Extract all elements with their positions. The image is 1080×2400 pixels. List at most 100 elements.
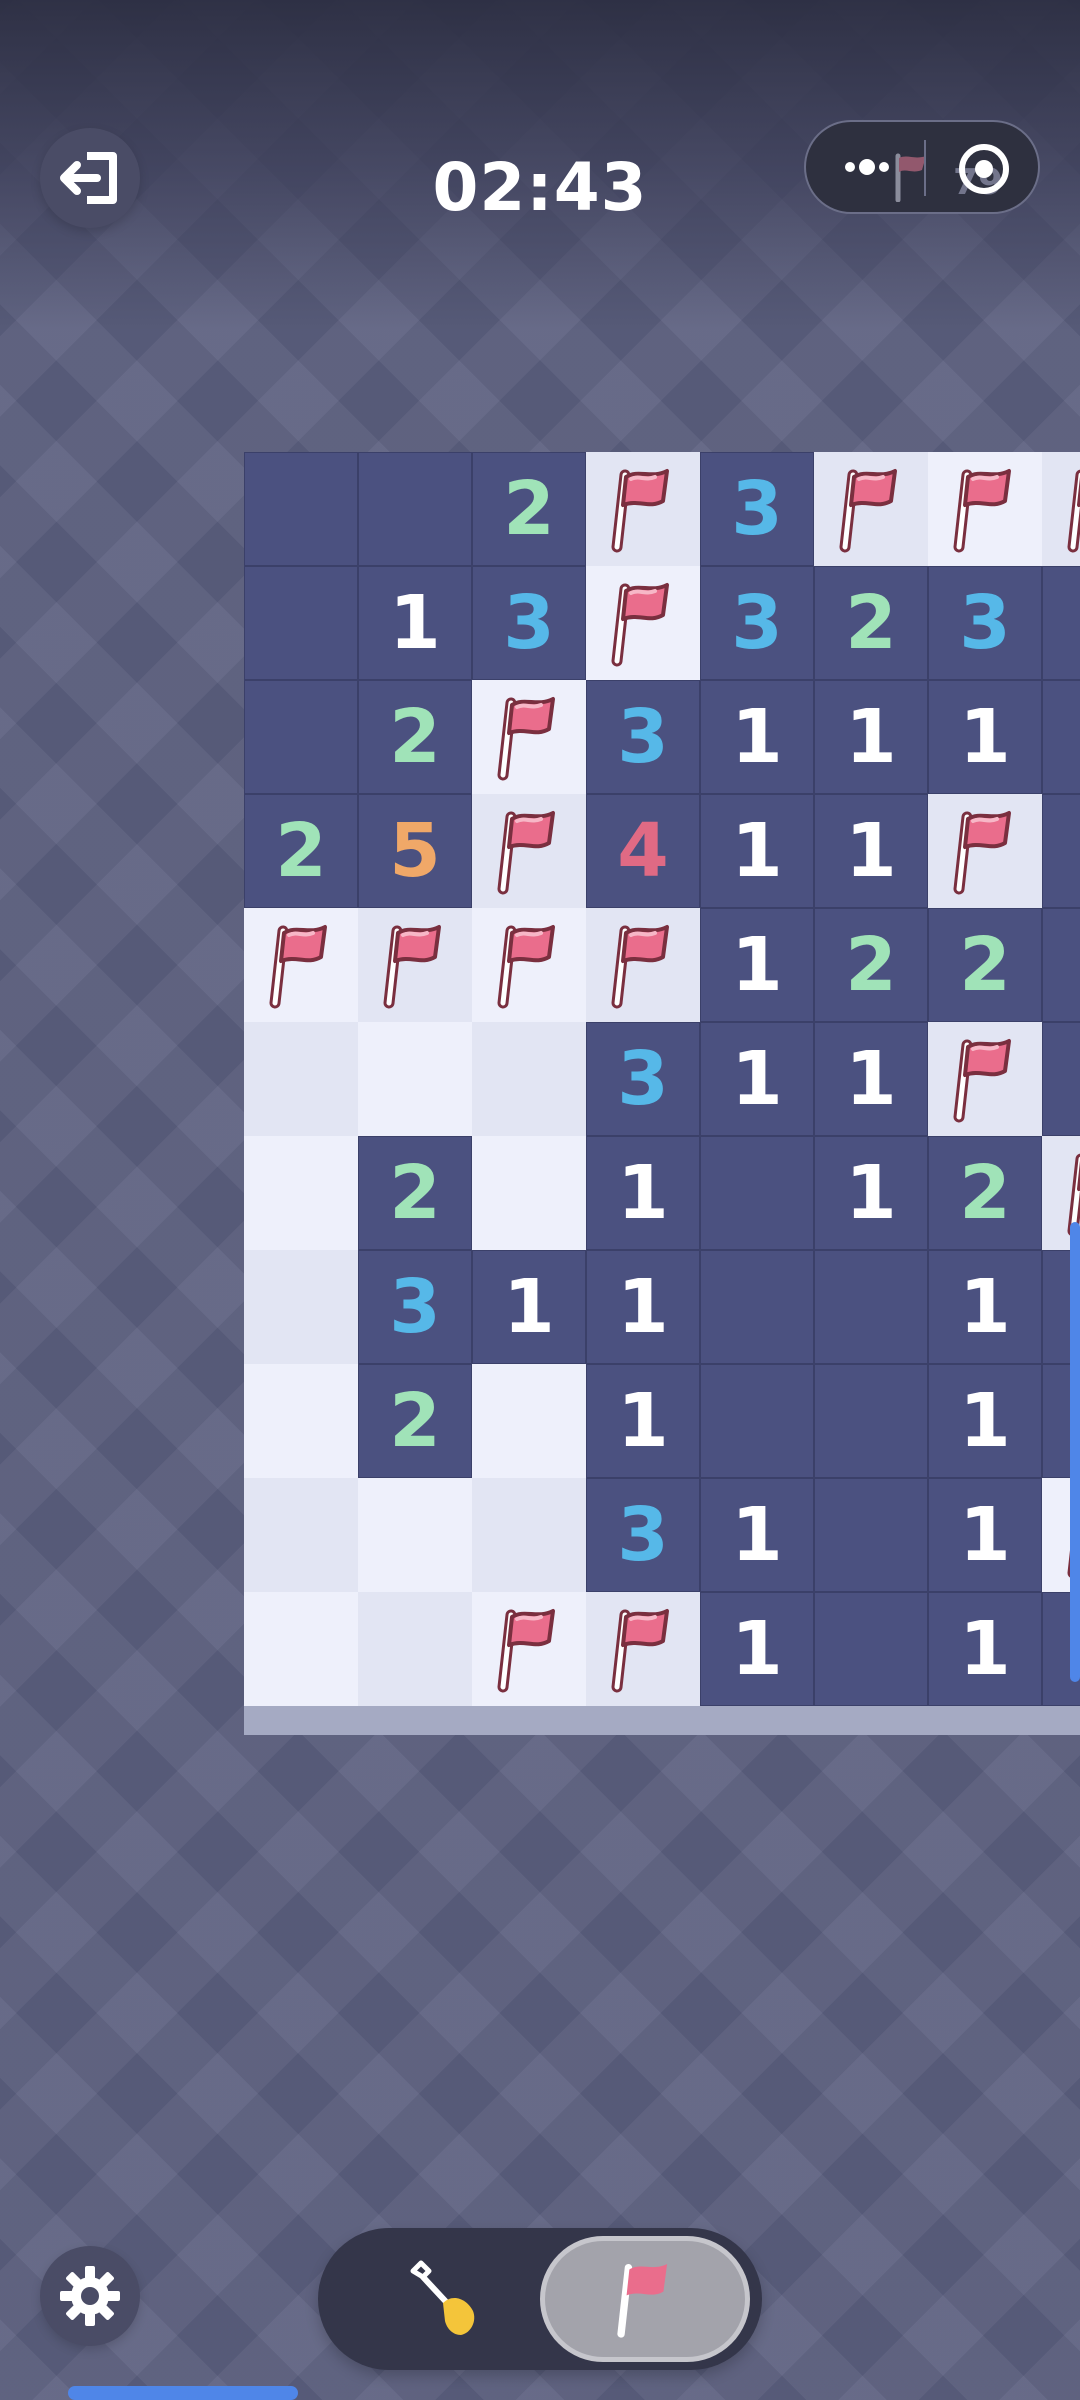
number-cell[interactable]: 2 bbox=[472, 452, 586, 566]
flagged-cell[interactable] bbox=[358, 908, 472, 1022]
gear-icon bbox=[60, 2266, 120, 2326]
number-cell[interactable]: 1 bbox=[814, 1136, 928, 1250]
number-cell[interactable]: 1 bbox=[814, 680, 928, 794]
cell-number: 1 bbox=[731, 1606, 783, 1692]
flagged-cell[interactable] bbox=[472, 908, 586, 1022]
open-cell[interactable] bbox=[472, 1364, 586, 1478]
number-cell[interactable]: 1 bbox=[700, 1022, 814, 1136]
flagged-cell[interactable] bbox=[928, 452, 1042, 566]
revealed-cell[interactable] bbox=[1042, 794, 1080, 908]
flagged-cell[interactable] bbox=[1042, 452, 1080, 566]
number-cell[interactable]: 1 bbox=[928, 1250, 1042, 1364]
home-indicator[interactable] bbox=[68, 2386, 298, 2400]
revealed-cell[interactable] bbox=[814, 1592, 928, 1706]
number-cell[interactable]: 1 bbox=[814, 1022, 928, 1136]
revealed-cell[interactable] bbox=[700, 1364, 814, 1478]
revealed-cell[interactable] bbox=[1042, 566, 1080, 680]
cell-number: 3 bbox=[617, 1036, 669, 1122]
mode-toggle[interactable] bbox=[318, 2228, 762, 2370]
number-cell[interactable]: 3 bbox=[700, 566, 814, 680]
open-cell[interactable] bbox=[244, 1478, 358, 1592]
revealed-cell[interactable] bbox=[244, 680, 358, 794]
number-cell[interactable]: 1 bbox=[586, 1250, 700, 1364]
revealed-cell[interactable] bbox=[700, 1250, 814, 1364]
number-cell[interactable]: 1 bbox=[700, 1478, 814, 1592]
number-cell[interactable]: 3 bbox=[928, 566, 1042, 680]
number-cell[interactable]: 2 bbox=[814, 566, 928, 680]
number-cell[interactable]: 1 bbox=[928, 680, 1042, 794]
number-cell[interactable]: 5 bbox=[358, 794, 472, 908]
number-cell[interactable]: 1 bbox=[358, 566, 472, 680]
number-cell[interactable]: 3 bbox=[472, 566, 586, 680]
number-cell[interactable]: 3 bbox=[586, 680, 700, 794]
open-cell[interactable] bbox=[244, 1022, 358, 1136]
number-cell[interactable]: 1 bbox=[700, 908, 814, 1022]
number-cell[interactable]: 4 bbox=[586, 794, 700, 908]
open-cell[interactable] bbox=[244, 1364, 358, 1478]
number-cell[interactable]: 1 bbox=[814, 794, 928, 908]
number-cell[interactable]: 3 bbox=[586, 1022, 700, 1136]
revealed-cell[interactable] bbox=[1042, 680, 1080, 794]
number-cell[interactable]: 2 bbox=[928, 1136, 1042, 1250]
flagged-cell[interactable] bbox=[928, 1022, 1042, 1136]
number-cell[interactable]: 1 bbox=[472, 1250, 586, 1364]
number-cell[interactable]: 1 bbox=[928, 1592, 1042, 1706]
number-cell[interactable]: 1 bbox=[928, 1364, 1042, 1478]
revealed-cell[interactable] bbox=[1042, 908, 1080, 1022]
number-cell[interactable]: 3 bbox=[358, 1250, 472, 1364]
dig-mode-button[interactable] bbox=[358, 2244, 528, 2354]
number-cell[interactable]: 3 bbox=[586, 1478, 700, 1592]
revealed-cell[interactable] bbox=[358, 452, 472, 566]
open-cell[interactable] bbox=[244, 1250, 358, 1364]
open-cell[interactable] bbox=[358, 1478, 472, 1592]
flagged-cell[interactable] bbox=[244, 908, 358, 1022]
flagged-cell[interactable] bbox=[586, 908, 700, 1022]
mini-program-capsule[interactable]: 79 bbox=[804, 120, 1040, 214]
number-cell[interactable]: 1 bbox=[700, 1592, 814, 1706]
mine-grid[interactable]: 231332323111254111223112112311121131111 bbox=[244, 452, 1080, 1706]
revealed-cell[interactable] bbox=[244, 566, 358, 680]
number-cell[interactable]: 2 bbox=[358, 1364, 472, 1478]
flagged-cell[interactable] bbox=[928, 794, 1042, 908]
exit-button[interactable] bbox=[40, 128, 140, 228]
cell-number: 3 bbox=[617, 694, 669, 780]
flagged-cell[interactable] bbox=[586, 566, 700, 680]
number-cell[interactable]: 2 bbox=[814, 908, 928, 1022]
flag-icon bbox=[617, 2264, 668, 2338]
number-cell[interactable]: 1 bbox=[586, 1364, 700, 1478]
game-board[interactable]: 231332323111254111223112112311121131111 bbox=[244, 452, 1080, 1735]
flag-mode-button[interactable] bbox=[540, 2236, 750, 2362]
cell-number: 1 bbox=[845, 694, 897, 780]
revealed-cell[interactable] bbox=[700, 1136, 814, 1250]
revealed-cell[interactable] bbox=[244, 452, 358, 566]
number-cell[interactable]: 1 bbox=[928, 1478, 1042, 1592]
flagged-cell[interactable] bbox=[586, 1592, 700, 1706]
number-cell[interactable]: 2 bbox=[244, 794, 358, 908]
flagged-cell[interactable] bbox=[814, 452, 928, 566]
open-cell[interactable] bbox=[472, 1136, 586, 1250]
number-cell[interactable]: 1 bbox=[700, 794, 814, 908]
settings-button[interactable] bbox=[40, 2246, 140, 2346]
revealed-cell[interactable] bbox=[814, 1364, 928, 1478]
number-cell[interactable]: 2 bbox=[358, 680, 472, 794]
number-cell[interactable]: 2 bbox=[358, 1136, 472, 1250]
flagged-cell[interactable] bbox=[472, 794, 586, 908]
number-cell[interactable]: 1 bbox=[586, 1136, 700, 1250]
open-cell[interactable] bbox=[244, 1136, 358, 1250]
open-cell[interactable] bbox=[244, 1592, 358, 1706]
number-cell[interactable]: 3 bbox=[700, 452, 814, 566]
record-icon[interactable] bbox=[956, 141, 1012, 197]
open-cell[interactable] bbox=[358, 1592, 472, 1706]
board-scrollbar[interactable] bbox=[1070, 1222, 1080, 1682]
number-cell[interactable]: 1 bbox=[700, 680, 814, 794]
open-cell[interactable] bbox=[472, 1478, 586, 1592]
number-cell[interactable]: 2 bbox=[928, 908, 1042, 1022]
revealed-cell[interactable] bbox=[814, 1250, 928, 1364]
open-cell[interactable] bbox=[472, 1022, 586, 1136]
flagged-cell[interactable] bbox=[586, 452, 700, 566]
revealed-cell[interactable] bbox=[814, 1478, 928, 1592]
flagged-cell[interactable] bbox=[472, 1592, 586, 1706]
revealed-cell[interactable] bbox=[1042, 1022, 1080, 1136]
open-cell[interactable] bbox=[358, 1022, 472, 1136]
flagged-cell[interactable] bbox=[472, 680, 586, 794]
